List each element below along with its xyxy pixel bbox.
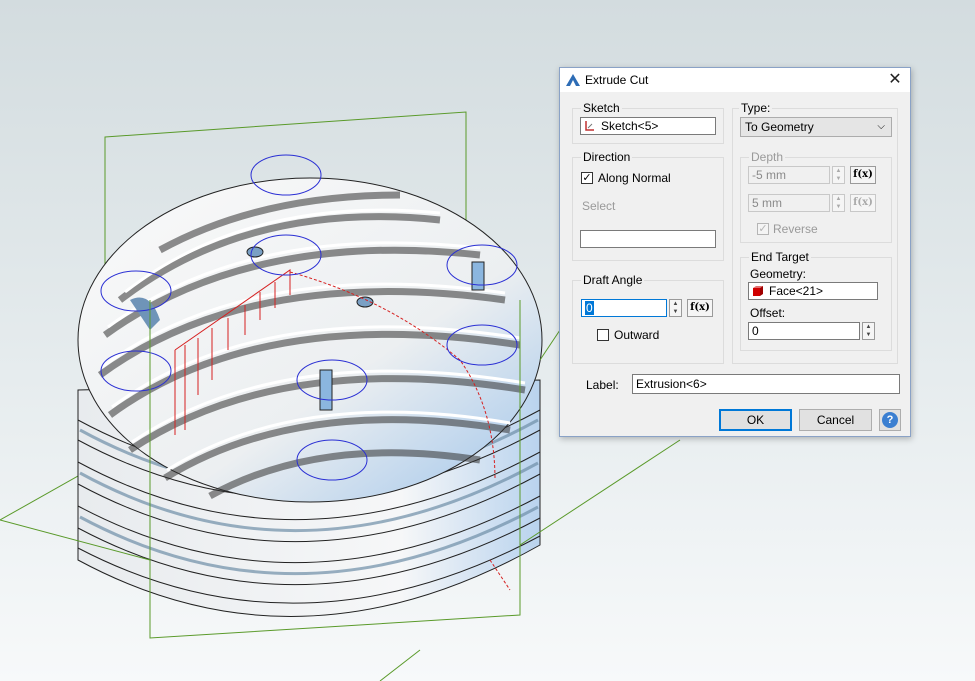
dialog-title: Extrude Cut: [585, 73, 649, 87]
geometry-value: Face<21>: [769, 284, 824, 298]
offset-label: Offset:: [750, 306, 786, 320]
draft-angle-input[interactable]: 0: [581, 299, 667, 317]
dialog-titlebar[interactable]: Extrude Cut ✕: [560, 68, 910, 92]
offset-input[interactable]: 0: [748, 322, 860, 340]
spin-up-icon[interactable]: ▲: [833, 195, 844, 203]
type-combo[interactable]: To Geometry ⌵: [740, 117, 892, 137]
cancel-button[interactable]: Cancel: [799, 409, 872, 431]
help-button[interactable]: ?: [879, 409, 901, 431]
end-target-group-label: End Target: [749, 250, 811, 264]
outward-checkbox[interactable]: [597, 329, 609, 341]
direction-select-field[interactable]: [580, 230, 716, 248]
reverse-label: Reverse: [773, 222, 818, 236]
spin-up-icon[interactable]: ▲: [863, 323, 874, 331]
spin-down-icon[interactable]: ▼: [863, 331, 874, 339]
spin-down-icon[interactable]: ▼: [833, 175, 844, 183]
geometry-label: Geometry:: [750, 267, 807, 281]
geometry-field[interactable]: Face<21>: [748, 282, 878, 300]
spin-up-icon[interactable]: ▲: [670, 300, 681, 308]
depth-input-1[interactable]: -5 mm: [748, 166, 830, 184]
draft-angle-group: Draft Angle: [572, 273, 724, 364]
depth-input-2[interactable]: 5 mm: [748, 194, 830, 212]
close-icon[interactable]: ✕: [884, 70, 906, 90]
offset-spinner[interactable]: ▲ ▼: [862, 322, 875, 340]
depth-group-label: Depth: [749, 150, 786, 164]
type-label: Type:: [739, 101, 773, 115]
type-value: To Geometry: [745, 120, 814, 134]
ok-button[interactable]: OK: [719, 409, 792, 431]
extrude-cut-dialog: Extrude Cut ✕ Sketch Sketch<5> Direction…: [559, 67, 911, 437]
along-normal-checkbox[interactable]: ✓: [581, 172, 593, 184]
depth-fx-button-2[interactable]: f(x): [850, 194, 876, 212]
chevron-down-icon: ⌵: [877, 121, 885, 132]
sketch-field[interactable]: Sketch<5>: [580, 117, 716, 135]
sketch-icon: [585, 121, 594, 131]
label-input[interactable]: Extrusion<6>: [632, 374, 900, 394]
along-normal-label: Along Normal: [598, 171, 671, 185]
spin-down-icon[interactable]: ▼: [670, 308, 681, 316]
reverse-checkbox[interactable]: ✓: [757, 223, 769, 235]
label-field-label: Label:: [586, 378, 619, 392]
direction-group-label: Direction: [581, 150, 633, 164]
outward-label: Outward: [614, 328, 660, 342]
dome-top: [77, 177, 543, 503]
help-icon: ?: [882, 412, 898, 428]
depth-fx-button-1[interactable]: f(x): [850, 166, 876, 184]
spin-up-icon[interactable]: ▲: [833, 167, 844, 175]
depth-spinner-1[interactable]: ▲ ▼: [832, 166, 845, 184]
depth-spinner-2[interactable]: ▲ ▼: [832, 194, 845, 212]
select-label: Select: [582, 199, 616, 213]
sketch-group-label: Sketch: [581, 101, 622, 115]
draft-angle-value: 0: [585, 301, 594, 315]
face-icon: [753, 286, 763, 296]
sketch-value: Sketch<5>: [601, 119, 659, 133]
draft-angle-fx-button[interactable]: f(x): [687, 299, 713, 317]
draft-angle-group-label: Draft Angle: [581, 273, 645, 287]
app-logo-icon: [566, 74, 580, 86]
draft-angle-spinner[interactable]: ▲ ▼: [669, 299, 682, 317]
spin-down-icon[interactable]: ▼: [833, 203, 844, 211]
